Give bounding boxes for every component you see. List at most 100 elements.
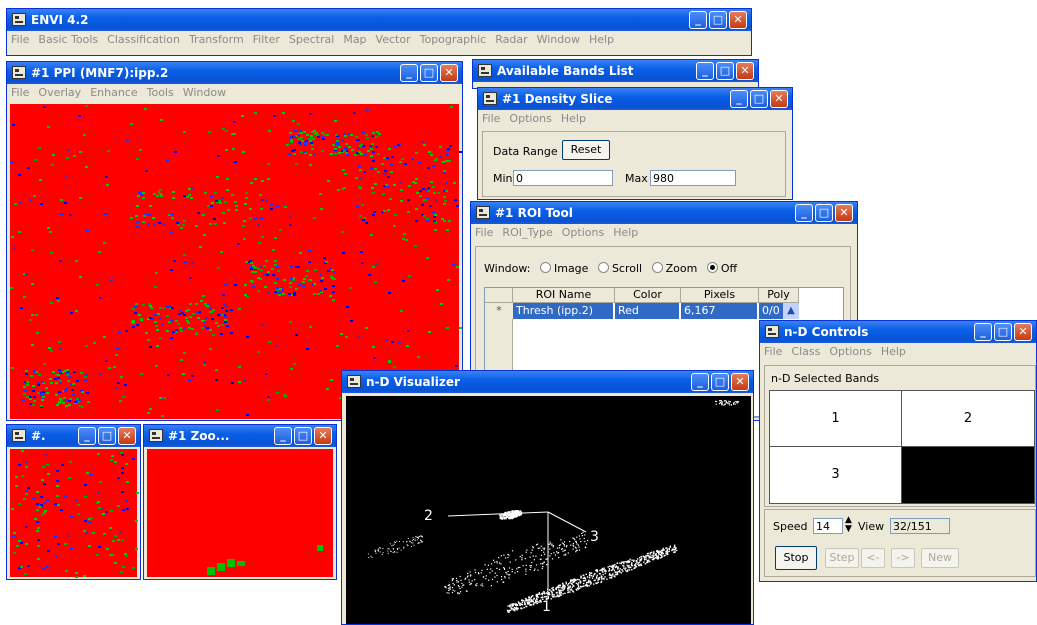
table-row[interactable]: * Thresh (ipp.2) Red 6,167 0/0 ▲ — [485, 303, 843, 319]
scroll-up-arrow-icon[interactable]: ▲ — [783, 303, 799, 319]
col-color[interactable]: Color — [615, 288, 681, 303]
band-cell-empty[interactable] — [901, 446, 1035, 504]
maximize-button[interactable]: □ — [709, 11, 727, 29]
menu-help[interactable]: Help — [561, 112, 586, 125]
menu-help[interactable]: Help — [881, 345, 906, 358]
close-button[interactable]: ✕ — [835, 204, 853, 222]
image-pixel — [235, 209, 238, 211]
col-roi-name[interactable]: ROI Name — [513, 288, 615, 303]
menu-file[interactable]: File — [482, 112, 500, 125]
menu-options[interactable]: Options — [509, 112, 551, 125]
menu-map[interactable]: Map — [343, 33, 366, 46]
menu-classification[interactable]: Classification — [107, 33, 180, 46]
close-button[interactable]: ✕ — [440, 64, 458, 82]
density-titlebar[interactable]: #1 Density Slice _ □ ✕ — [478, 88, 792, 110]
ndviz-titlebar[interactable]: n-D Visualizer _ □ ✕ — [342, 371, 753, 393]
max-field[interactable] — [650, 170, 736, 186]
menu-options[interactable]: Options — [829, 345, 871, 358]
minimize-button[interactable]: _ — [78, 427, 96, 445]
roi-titlebar[interactable]: #1 ROI Tool _ □ ✕ — [471, 202, 857, 224]
maximize-button[interactable]: □ — [420, 64, 438, 82]
menu-radar[interactable]: Radar — [495, 33, 527, 46]
close-button[interactable]: ✕ — [770, 90, 788, 108]
close-button[interactable]: ✕ — [314, 427, 332, 445]
maximize-button[interactable]: □ — [716, 62, 734, 80]
menu-tools[interactable]: Tools — [147, 86, 174, 99]
minimize-button[interactable]: _ — [730, 90, 748, 108]
cell-color[interactable]: Red — [615, 303, 680, 319]
ndc-titlebar[interactable]: n-D Controls _ □ ✕ — [760, 321, 1036, 343]
new-button[interactable]: New — [921, 548, 959, 568]
menu-roi-type[interactable]: ROI_Type — [502, 226, 552, 239]
cell-roi-name[interactable]: Thresh (ipp.2) — [513, 303, 614, 319]
minimize-button[interactable]: _ — [696, 62, 714, 80]
band-cell-3[interactable]: 3 — [769, 446, 902, 504]
nd-scatter-canvas[interactable]: 2 3 1 — [346, 396, 751, 624]
minimize-button[interactable]: _ — [974, 323, 992, 341]
stop-button[interactable]: Stop — [775, 546, 817, 570]
close-button[interactable]: ✕ — [1014, 323, 1032, 341]
scatter-point — [562, 593, 564, 595]
scroll-image-display[interactable] — [10, 449, 139, 578]
maximize-button[interactable]: □ — [994, 323, 1012, 341]
menu-vector[interactable]: Vector — [376, 33, 411, 46]
maximize-button[interactable]: □ — [98, 427, 116, 445]
step-button[interactable]: Step — [825, 548, 859, 568]
image-pixel — [155, 325, 158, 327]
menu-basic-tools[interactable]: Basic Tools — [38, 33, 98, 46]
band-cell-1[interactable]: 1 — [769, 390, 902, 447]
speed-field[interactable] — [813, 518, 843, 534]
minimize-button[interactable]: _ — [400, 64, 418, 82]
min-field[interactable] — [513, 170, 613, 186]
radio-scroll[interactable] — [597, 262, 609, 273]
close-button[interactable]: ✕ — [729, 11, 747, 29]
close-button[interactable]: ✕ — [118, 427, 136, 445]
menu-class[interactable]: Class — [791, 345, 820, 358]
image-pixel — [261, 199, 264, 201]
close-button[interactable]: ✕ — [731, 373, 749, 391]
cell-pixels[interactable]: 6,167 — [681, 303, 758, 319]
maximize-button[interactable]: □ — [711, 373, 729, 391]
menu-topographic[interactable]: Topographic — [420, 33, 487, 46]
menu-spectral[interactable]: Spectral — [289, 33, 334, 46]
menu-file[interactable]: File — [764, 345, 782, 358]
zoom-image-display[interactable] — [147, 449, 333, 577]
menu-file[interactable]: File — [11, 86, 29, 99]
minimize-button[interactable]: _ — [691, 373, 709, 391]
menu-file[interactable]: File — [475, 226, 493, 239]
radio-image[interactable] — [539, 262, 551, 273]
radio-zoom[interactable] — [651, 262, 663, 273]
image-pixel — [414, 245, 417, 247]
radio-off[interactable] — [706, 262, 718, 273]
reset-button[interactable]: Reset — [562, 140, 610, 160]
menu-filter[interactable]: Filter — [253, 33, 280, 46]
col-pixels[interactable]: Pixels — [681, 288, 759, 303]
maximize-button[interactable]: □ — [294, 427, 312, 445]
col-poly[interactable]: Poly — [759, 288, 799, 303]
maximize-button[interactable]: □ — [815, 204, 833, 222]
menu-enhance[interactable]: Enhance — [90, 86, 137, 99]
maximize-button[interactable]: □ — [750, 90, 768, 108]
step-forward-button[interactable]: -> — [891, 548, 915, 568]
menu-file[interactable]: File — [11, 33, 29, 46]
zoom-titlebar[interactable]: #1 Zoo... _ □ ✕ — [144, 425, 336, 447]
bands-titlebar[interactable]: Available Bands List _ □ ✕ — [473, 60, 758, 82]
band-cell-2[interactable]: 2 — [901, 390, 1035, 447]
menu-help[interactable]: Help — [613, 226, 638, 239]
minimize-button[interactable]: _ — [689, 11, 707, 29]
speed-spinner-icon[interactable]: ▲ ▼ — [845, 516, 852, 534]
minimize-button[interactable]: _ — [274, 427, 292, 445]
menu-options[interactable]: Options — [562, 226, 604, 239]
minimize-button[interactable]: _ — [795, 204, 813, 222]
ppi-titlebar[interactable]: #1 PPI (MNF7):ipp.2 _ □ ✕ — [7, 62, 462, 84]
close-button[interactable]: ✕ — [736, 62, 754, 80]
cell-poly[interactable]: 0/0 — [759, 303, 783, 319]
menu-window[interactable]: Window — [183, 86, 226, 99]
menu-help[interactable]: Help — [589, 33, 614, 46]
scroll-titlebar[interactable]: #. _ □ ✕ — [7, 425, 140, 447]
menu-transform[interactable]: Transform — [189, 33, 244, 46]
envi-titlebar[interactable]: ENVI 4.2 _ □ ✕ — [7, 9, 751, 31]
step-back-button[interactable]: <- — [861, 548, 885, 568]
menu-overlay[interactable]: Overlay — [38, 86, 81, 99]
menu-window[interactable]: Window — [537, 33, 580, 46]
